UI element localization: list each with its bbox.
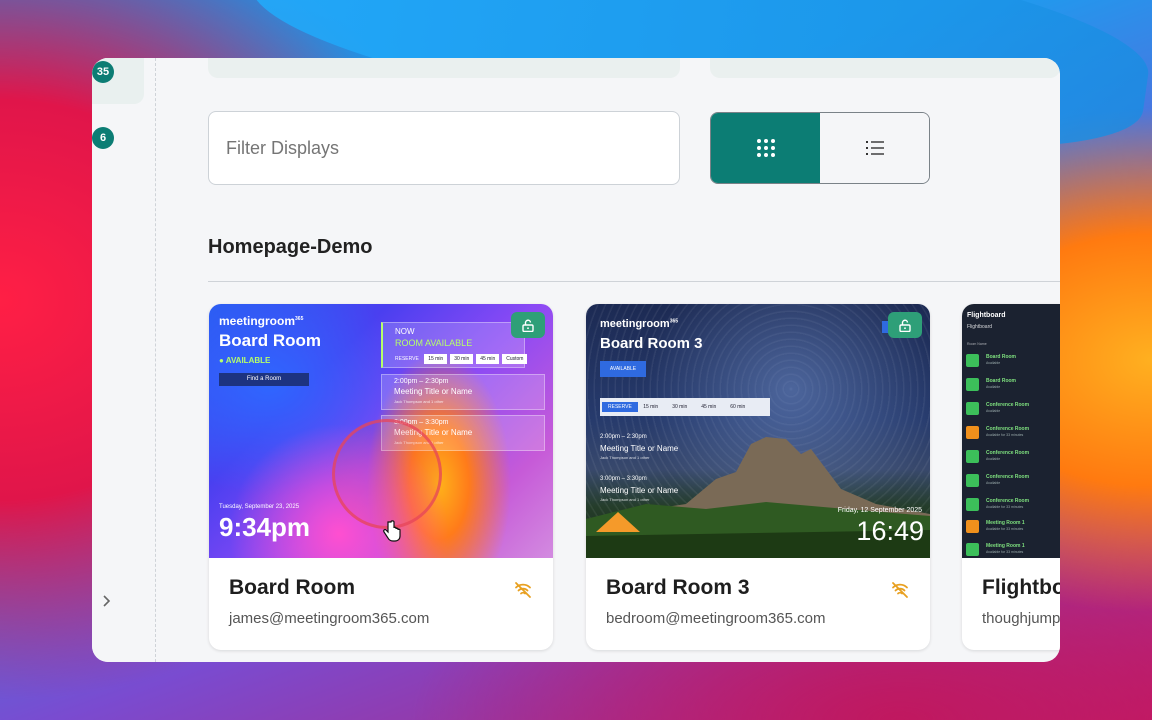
display-email: bedroom@meetingroom365.com	[606, 610, 826, 627]
top-card-edge	[208, 58, 680, 78]
flightboard-row: Board Room Available	[966, 376, 1056, 396]
wifi-off-icon	[892, 582, 908, 598]
display-email: james@meetingroom365.com	[229, 610, 430, 627]
flightboard-row: Meeting Room 1 Available for 33 minutes	[966, 518, 1056, 538]
preview-event-title: Meeting Title or Name	[600, 444, 679, 453]
list-icon	[865, 141, 884, 155]
section-divider	[208, 281, 1060, 282]
view-toggle	[710, 112, 930, 184]
flightboard-row: Conference Room Available	[966, 472, 1056, 492]
filter-displays-input[interactable]	[208, 111, 680, 185]
wifi-off-icon	[515, 582, 531, 598]
unlock-icon	[522, 319, 534, 332]
list-view-button[interactable]	[820, 113, 929, 183]
preview-status: ● AVAILABLE	[219, 356, 271, 365]
preview-event: 2:00pm – 2:30pm Meeting Title or Name Ja…	[381, 374, 545, 410]
preview-date: Friday, 12 September 2025	[837, 507, 922, 514]
display-name: Board Room 3	[606, 576, 750, 599]
preview-find-room-button: Find a Room	[219, 373, 309, 386]
flightboard-row: Conference Room Available	[966, 400, 1056, 420]
preview-event-attendees: Jack Thompson and 1 other	[600, 455, 650, 460]
display-name: Flightbo	[982, 576, 1060, 599]
brand-logo: meetingroom365	[219, 314, 304, 328]
preview-clock: 9:34pm	[219, 512, 311, 542]
hand-cursor-icon	[383, 520, 401, 542]
grid-icon	[756, 139, 775, 157]
flightboard-row: Conference Room Available for 33 minutes	[966, 424, 1056, 444]
sidebar-expand-icon[interactable]	[102, 594, 112, 613]
display-name: Board Room	[229, 576, 355, 599]
flightboard-subtitle: Flightboard	[967, 324, 993, 330]
display-card[interactable]: Flightboard Flightboard Room Name Board …	[962, 304, 1060, 650]
flightboard-header: Room Name	[967, 342, 987, 346]
section-title: Homepage-Demo	[208, 236, 373, 258]
preview-reserve-bar: RESERVE 15 min 30 min 45 min 60 min	[600, 398, 770, 416]
sidebar-count-badge: 35	[92, 61, 114, 83]
app-window: 35 6 Filter Displays Homepage-Demo meeti…	[92, 58, 1060, 662]
sidebar: 35 6	[92, 58, 156, 662]
preview-now-panel: NOW ROOM AVAILABLE RESERVE 15 min 30 min 4…	[381, 322, 528, 368]
display-preview: meetingroom365 Board Room 3 AVAILABLE RE…	[586, 304, 930, 558]
preview-status: AVAILABLE	[600, 361, 646, 377]
flightboard-row: Conference Room Available	[966, 448, 1056, 468]
preview-event-title: Meeting Title or Name	[600, 486, 679, 495]
display-preview: meetingroom365 Board Room ● AVAILABLE Fi…	[209, 304, 553, 558]
preview-date: Tuesday, September 23, 2025	[219, 504, 300, 510]
preview-event-time: 2:00pm – 2:30pm	[600, 434, 647, 440]
flightboard-row: Conference Room Available for 33 minutes	[966, 496, 1056, 516]
preview-clock: 16:49	[856, 516, 924, 546]
unlock-badge[interactable]	[888, 312, 922, 338]
preview-room-name: Board Room	[219, 331, 321, 350]
click-highlight-ring	[332, 419, 442, 529]
preview-room-name: Board Room 3	[600, 335, 703, 352]
display-email: thoughjump	[982, 610, 1060, 627]
display-card[interactable]: meetingroom365 Board Room 3 AVAILABLE RE…	[586, 304, 930, 650]
brand-logo: meetingroom365	[600, 318, 679, 330]
unlock-badge[interactable]	[511, 312, 545, 338]
preview-event-attendees: Jack Thompson and 1 other	[600, 497, 650, 502]
flightboard-row: Meeting Room 1 Available for 33 minutes	[966, 541, 1056, 558]
display-card[interactable]: meetingroom365 Board Room ● AVAILABLE Fi…	[209, 304, 553, 650]
sidebar-count-badge: 6	[92, 127, 114, 149]
top-card-edge	[710, 58, 1060, 78]
grid-view-button[interactable]	[711, 113, 820, 183]
display-preview: Flightboard Flightboard Room Name Board …	[962, 304, 1060, 558]
unlock-icon	[899, 319, 911, 332]
flightboard-title: Flightboard	[967, 312, 1006, 319]
flightboard-row: Board Room Available	[966, 352, 1056, 372]
preview-event-time: 3:00pm – 3:30pm	[600, 476, 647, 482]
